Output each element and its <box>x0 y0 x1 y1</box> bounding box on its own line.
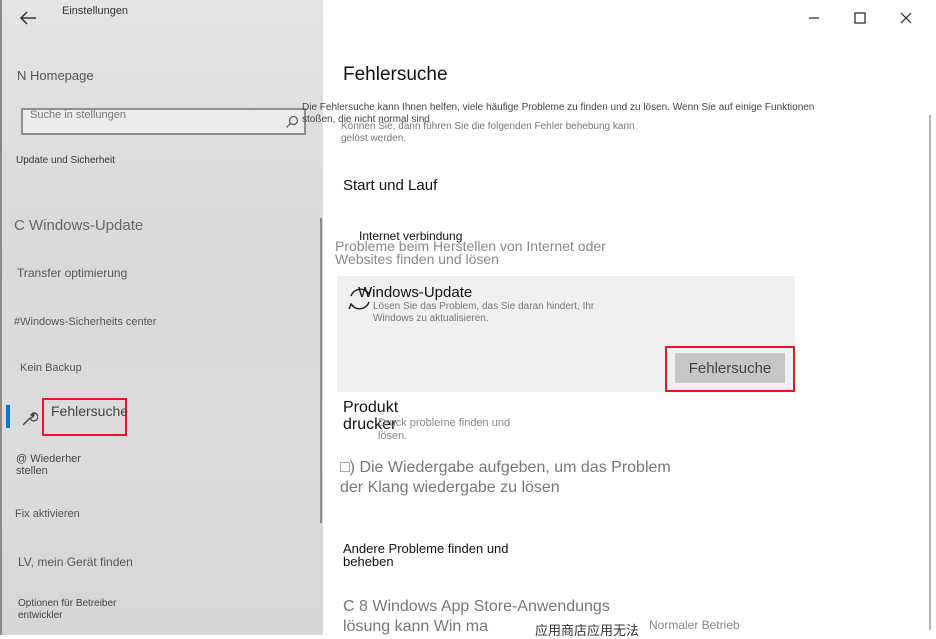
minimize-icon[interactable] <box>804 8 824 28</box>
maximize-icon[interactable] <box>850 8 870 28</box>
windows-update-title: Windows-Update <box>358 284 473 301</box>
settings-sidebar: Einstellungen N Homepage Suche in stellu… <box>0 0 323 635</box>
active-indicator <box>6 405 10 428</box>
sidebar-item-backup[interactable]: Kein Backup <box>20 362 82 374</box>
sidebar-item-security-center[interactable]: #Windows-Sicherheits center <box>14 316 156 328</box>
search-input[interactable]: Suche in stellungen <box>21 108 306 135</box>
status-text: Normaler Betrieb <box>649 618 740 632</box>
sidebar-item-windows-update[interactable]: C Windows-Update <box>14 217 143 234</box>
search-icon[interactable] <box>285 115 299 129</box>
window-title: Einstellungen <box>62 5 129 17</box>
sidebar-item-troubleshoot[interactable]: Fehlersuche <box>42 398 129 436</box>
search-placeholder: Suche in stellungen <box>30 109 127 121</box>
window-controls <box>796 0 936 36</box>
back-arrow-icon <box>19 11 36 25</box>
sidebar-item-label: Fehlersuche <box>51 403 129 419</box>
other-problems-heading: Andere Probleme finden und beheben <box>343 541 509 569</box>
run-troubleshooter-button[interactable]: Fehlersuche <box>675 353 785 383</box>
wrench-icon <box>22 412 38 426</box>
sidebar-item-developer[interactable]: Optionen für Betreiber entwickler <box>18 598 158 622</box>
start-heading: Start und Lauf <box>343 177 438 194</box>
section-title: Update und Sicherheit <box>16 155 115 166</box>
sidebar-scrollbar[interactable] <box>320 218 322 523</box>
sidebar-item-recovery[interactable]: @ Wiederher stellen <box>16 453 96 477</box>
main-scrollbar[interactable] <box>929 115 931 630</box>
windows-update-desc: Lösen Sie das Problem, das Sie daran hin… <box>373 301 595 324</box>
troubleshoot-button-highlight: Fehlersuche <box>665 346 795 392</box>
back-button[interactable] <box>14 6 44 30</box>
sidebar-item-find-device[interactable]: LV, mein Gerät finden <box>18 555 133 569</box>
sidebar-item-transfer-optimization[interactable]: Transfer optimierung <box>17 266 127 280</box>
store-overlay-text: 应用商店应用无法 <box>535 623 640 638</box>
page-title: Fehlersuche <box>343 64 448 85</box>
close-icon[interactable] <box>896 8 916 28</box>
printer-troubleshooter-desc: Druck probleme finden und lösen. <box>378 417 511 442</box>
page-description-secondary: Können Sie, dann führen Sie die folgende… <box>341 121 635 144</box>
audio-troubleshooter[interactable]: □) Die Wiedergabe aufgeben, um das Probl… <box>340 458 690 498</box>
internet-troubleshooter-desc: Probleme beim Herstellen von Internet od… <box>335 238 606 267</box>
sidebar-home[interactable]: N Homepage <box>17 68 94 83</box>
sidebar-item-activation[interactable]: Fix aktivieren <box>15 508 80 520</box>
